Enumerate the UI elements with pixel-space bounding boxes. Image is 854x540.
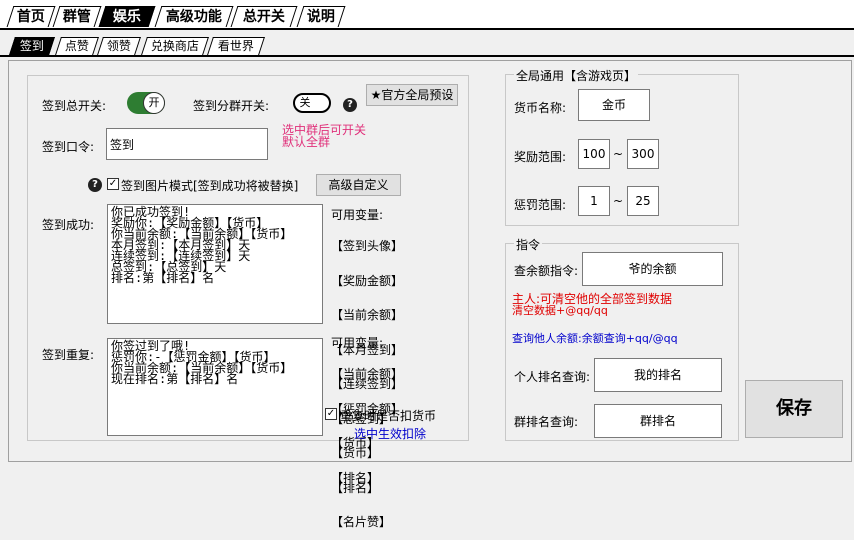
penalty-max-input[interactable]: 25 xyxy=(627,186,659,216)
tab-entertainment[interactable]: 娱乐 xyxy=(98,6,156,27)
sub-tab-line xyxy=(0,55,854,57)
reward-max-input[interactable]: 300 xyxy=(627,139,659,169)
tab-group-manage[interactable]: 群管 xyxy=(52,6,102,27)
var-item: 【当前余额】 xyxy=(331,367,404,381)
group-switch-toggle[interactable]: 关 xyxy=(293,93,331,113)
master-clear-syntax: 清空数据+@qq/qq xyxy=(512,304,608,317)
balance-command-label: 查余额指令: xyxy=(514,264,579,278)
save-button[interactable]: 保存 xyxy=(745,380,843,438)
group-hint-2: 默认全群 xyxy=(282,135,331,149)
group-rank-input[interactable]: 群排名 xyxy=(594,404,722,438)
var-item: 【排名】 xyxy=(331,470,380,485)
tab-master-switch[interactable]: 总开关 xyxy=(230,6,298,27)
subtab-exchange-shop[interactable]: 兑换商店 xyxy=(141,37,209,55)
repeat-message-textarea[interactable]: 你签过到了哦! 惩罚你:-【惩罚金额】【货币】 你当前余额:【当前余额】【货币】… xyxy=(107,338,323,436)
success-label: 签到成功: xyxy=(42,218,95,232)
tab-help[interactable]: 说明 xyxy=(296,6,346,27)
commands-panel-title: 指令 xyxy=(514,236,543,253)
var-item: 【签到头像】 xyxy=(331,239,404,253)
query-other-note: 查询他人余额:余额查询+qq/@qq xyxy=(512,332,678,345)
group-rank-label: 群排名查询: xyxy=(514,415,579,429)
subtab-like[interactable]: 点赞 xyxy=(55,37,99,55)
image-mode-checkbox[interactable]: ✓ xyxy=(107,178,119,190)
deduct-checkbox[interactable]: ✓ xyxy=(325,408,337,420)
reward-range-label: 奖励范围: xyxy=(514,150,567,164)
image-mode-help-icon[interactable]: ? xyxy=(88,178,102,192)
reward-min-input[interactable]: 100 xyxy=(578,139,610,169)
master-switch-toggle[interactable]: 开 xyxy=(127,92,165,114)
deduct-hint: 选中生效扣除 xyxy=(354,427,427,441)
group-switch-label: 签到分群开关: xyxy=(193,99,270,113)
deduct-label: 重复时是否扣货币 xyxy=(340,409,437,423)
subtab-world[interactable]: 看世界 xyxy=(207,37,265,55)
var-item: 【名片赞】 xyxy=(331,515,392,529)
reward-tilde: ~ xyxy=(613,147,624,161)
balance-command-input[interactable]: 爷的余额 xyxy=(582,252,723,286)
currency-input[interactable]: 金币 xyxy=(578,89,650,121)
help-icon[interactable]: ? xyxy=(343,98,357,112)
personal-rank-label: 个人排名查询: xyxy=(514,370,591,384)
currency-label: 货币名称: xyxy=(514,101,567,115)
master-switch-label: 签到总开关: xyxy=(42,99,107,113)
subtab-receive-like[interactable]: 领赞 xyxy=(97,37,141,55)
official-preset-button[interactable]: ★官方全局预设 xyxy=(366,84,458,106)
personal-rank-input[interactable]: 我的排名 xyxy=(594,358,722,392)
advanced-custom-button[interactable]: 高级自定义 xyxy=(316,174,401,196)
command-input[interactable]: 签到 xyxy=(106,128,268,160)
penalty-min-input[interactable]: 1 xyxy=(578,186,610,216)
var-item: 【奖励金额】 xyxy=(331,273,404,288)
command-label: 签到口令: xyxy=(42,140,95,154)
penalty-tilde: ~ xyxy=(613,194,624,208)
success-message-textarea[interactable]: 你已成功签到! 奖励你:【奖励金额】【货币】 你当前余额:【当前余额】【货币】 … xyxy=(107,204,323,324)
group-switch-knob: 关 xyxy=(299,96,311,109)
repeat-label: 签到重复: xyxy=(42,348,95,362)
image-mode-label: 签到图片模式[签到成功将被替换] xyxy=(121,179,299,193)
tab-home[interactable]: 首页 xyxy=(6,6,56,27)
subtab-signin[interactable]: 签到 xyxy=(9,37,55,55)
penalty-range-label: 惩罚范围: xyxy=(514,198,567,212)
tab-advanced[interactable]: 高级功能 xyxy=(154,6,234,27)
global-panel-title: 全局通用【含游戏页】 xyxy=(514,67,639,84)
master-switch-knob: 开 xyxy=(143,92,165,114)
var-item: 【当前余额】 xyxy=(331,308,404,322)
